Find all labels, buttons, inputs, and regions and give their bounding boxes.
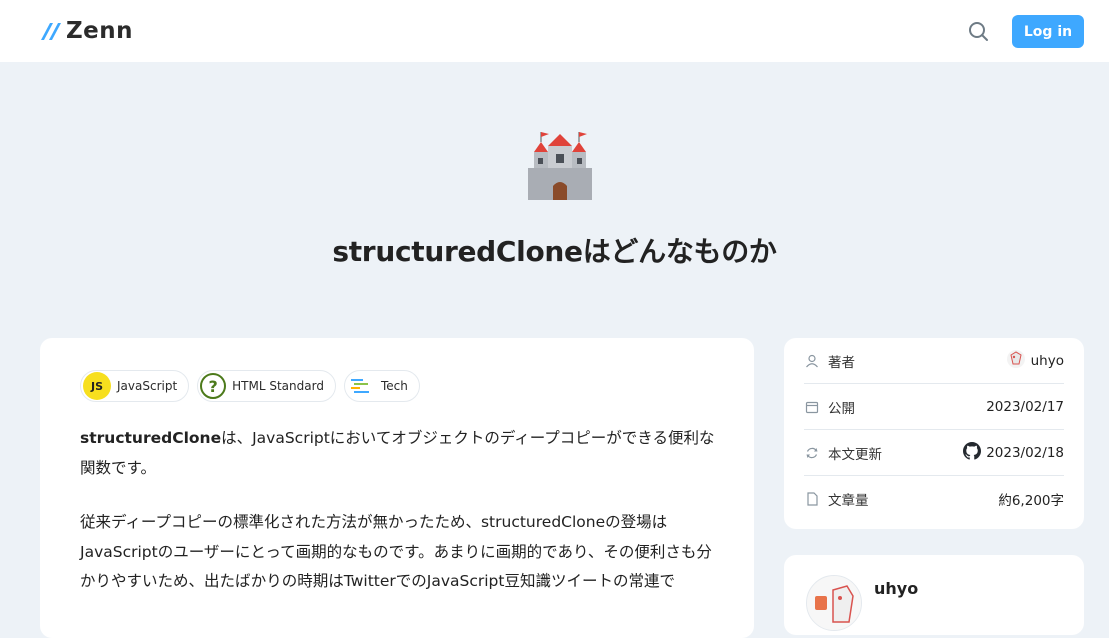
author-link[interactable]: uhyo — [1006, 349, 1064, 373]
javascript-icon: JS — [83, 372, 111, 400]
tech-icon — [346, 372, 375, 400]
paragraph-bold: structuredClone — [80, 429, 222, 447]
info-row-author: 著者 uhyo — [804, 338, 1064, 384]
info-value: 2023/02/17 — [986, 398, 1064, 415]
info-label: 本文更新 — [828, 446, 882, 463]
author-name[interactable]: uhyo — [874, 579, 918, 598]
author-mini-avatar — [1006, 349, 1026, 373]
info-value: 2023/02/18 — [986, 444, 1064, 461]
zenn-logo[interactable]: Zenn — [40, 18, 133, 44]
file-icon — [804, 491, 820, 507]
topic-tech[interactable]: Tech — [343, 370, 420, 402]
zenn-logo-icon — [41, 23, 61, 40]
site-header: Zenn Log in — [0, 0, 1109, 62]
question-icon: ? — [200, 373, 227, 399]
info-row-published: 公開 2023/02/17 — [804, 384, 1064, 430]
castle-emoji — [520, 124, 600, 204]
refresh-icon — [804, 445, 820, 461]
info-label: 文章量 — [828, 493, 869, 509]
topic-javascript[interactable]: JS JavaScript — [80, 370, 190, 402]
paragraph-text: 従来ディープコピーの標準化された方法が無かったため、structuredClon… — [80, 513, 712, 590]
article-title: structuredCloneはどんなものか — [332, 235, 777, 268]
article-info-card: 著者 uhyo 公開 2023/02/17 本文更新 2023/02/18 文章… — [784, 338, 1084, 529]
paragraph: structuredCloneは、JavaScriptにおいてオブジェクトのディ… — [80, 424, 720, 483]
info-label: 著者 — [828, 354, 855, 371]
calendar-icon — [804, 399, 820, 415]
topic-label: HTML Standard — [232, 379, 324, 393]
github-icon — [963, 441, 982, 464]
info-value: 約6,200字 — [998, 493, 1064, 509]
search-icon[interactable] — [966, 19, 992, 45]
topic-list: JS JavaScript ? HTML Standard Tech — [80, 370, 420, 402]
login-button[interactable]: Log in — [1012, 15, 1084, 48]
info-label: 公開 — [828, 400, 855, 417]
info-value: uhyo — [1030, 352, 1064, 369]
updated-value[interactable]: 2023/02/18 — [963, 441, 1064, 464]
info-row-length: 文章量 約6,200字 — [804, 476, 1064, 522]
logo-text: Zenn — [66, 18, 134, 44]
paragraph: 従来ディープコピーの標準化された方法が無かったため、structuredClon… — [80, 508, 720, 597]
author-card: uhyo — [784, 555, 1084, 635]
avatar[interactable] — [806, 575, 862, 631]
topic-html-standard[interactable]: ? HTML Standard — [197, 370, 336, 402]
person-icon — [804, 353, 820, 369]
article-body-card: JS JavaScript ? HTML Standard Tech struc… — [40, 338, 754, 638]
info-row-updated: 本文更新 2023/02/18 — [804, 430, 1064, 476]
topic-label: JavaScript — [117, 379, 178, 393]
topic-label: Tech — [380, 379, 408, 393]
article-content: structuredCloneは、JavaScriptにおいてオブジェクトのディ… — [80, 424, 720, 622]
